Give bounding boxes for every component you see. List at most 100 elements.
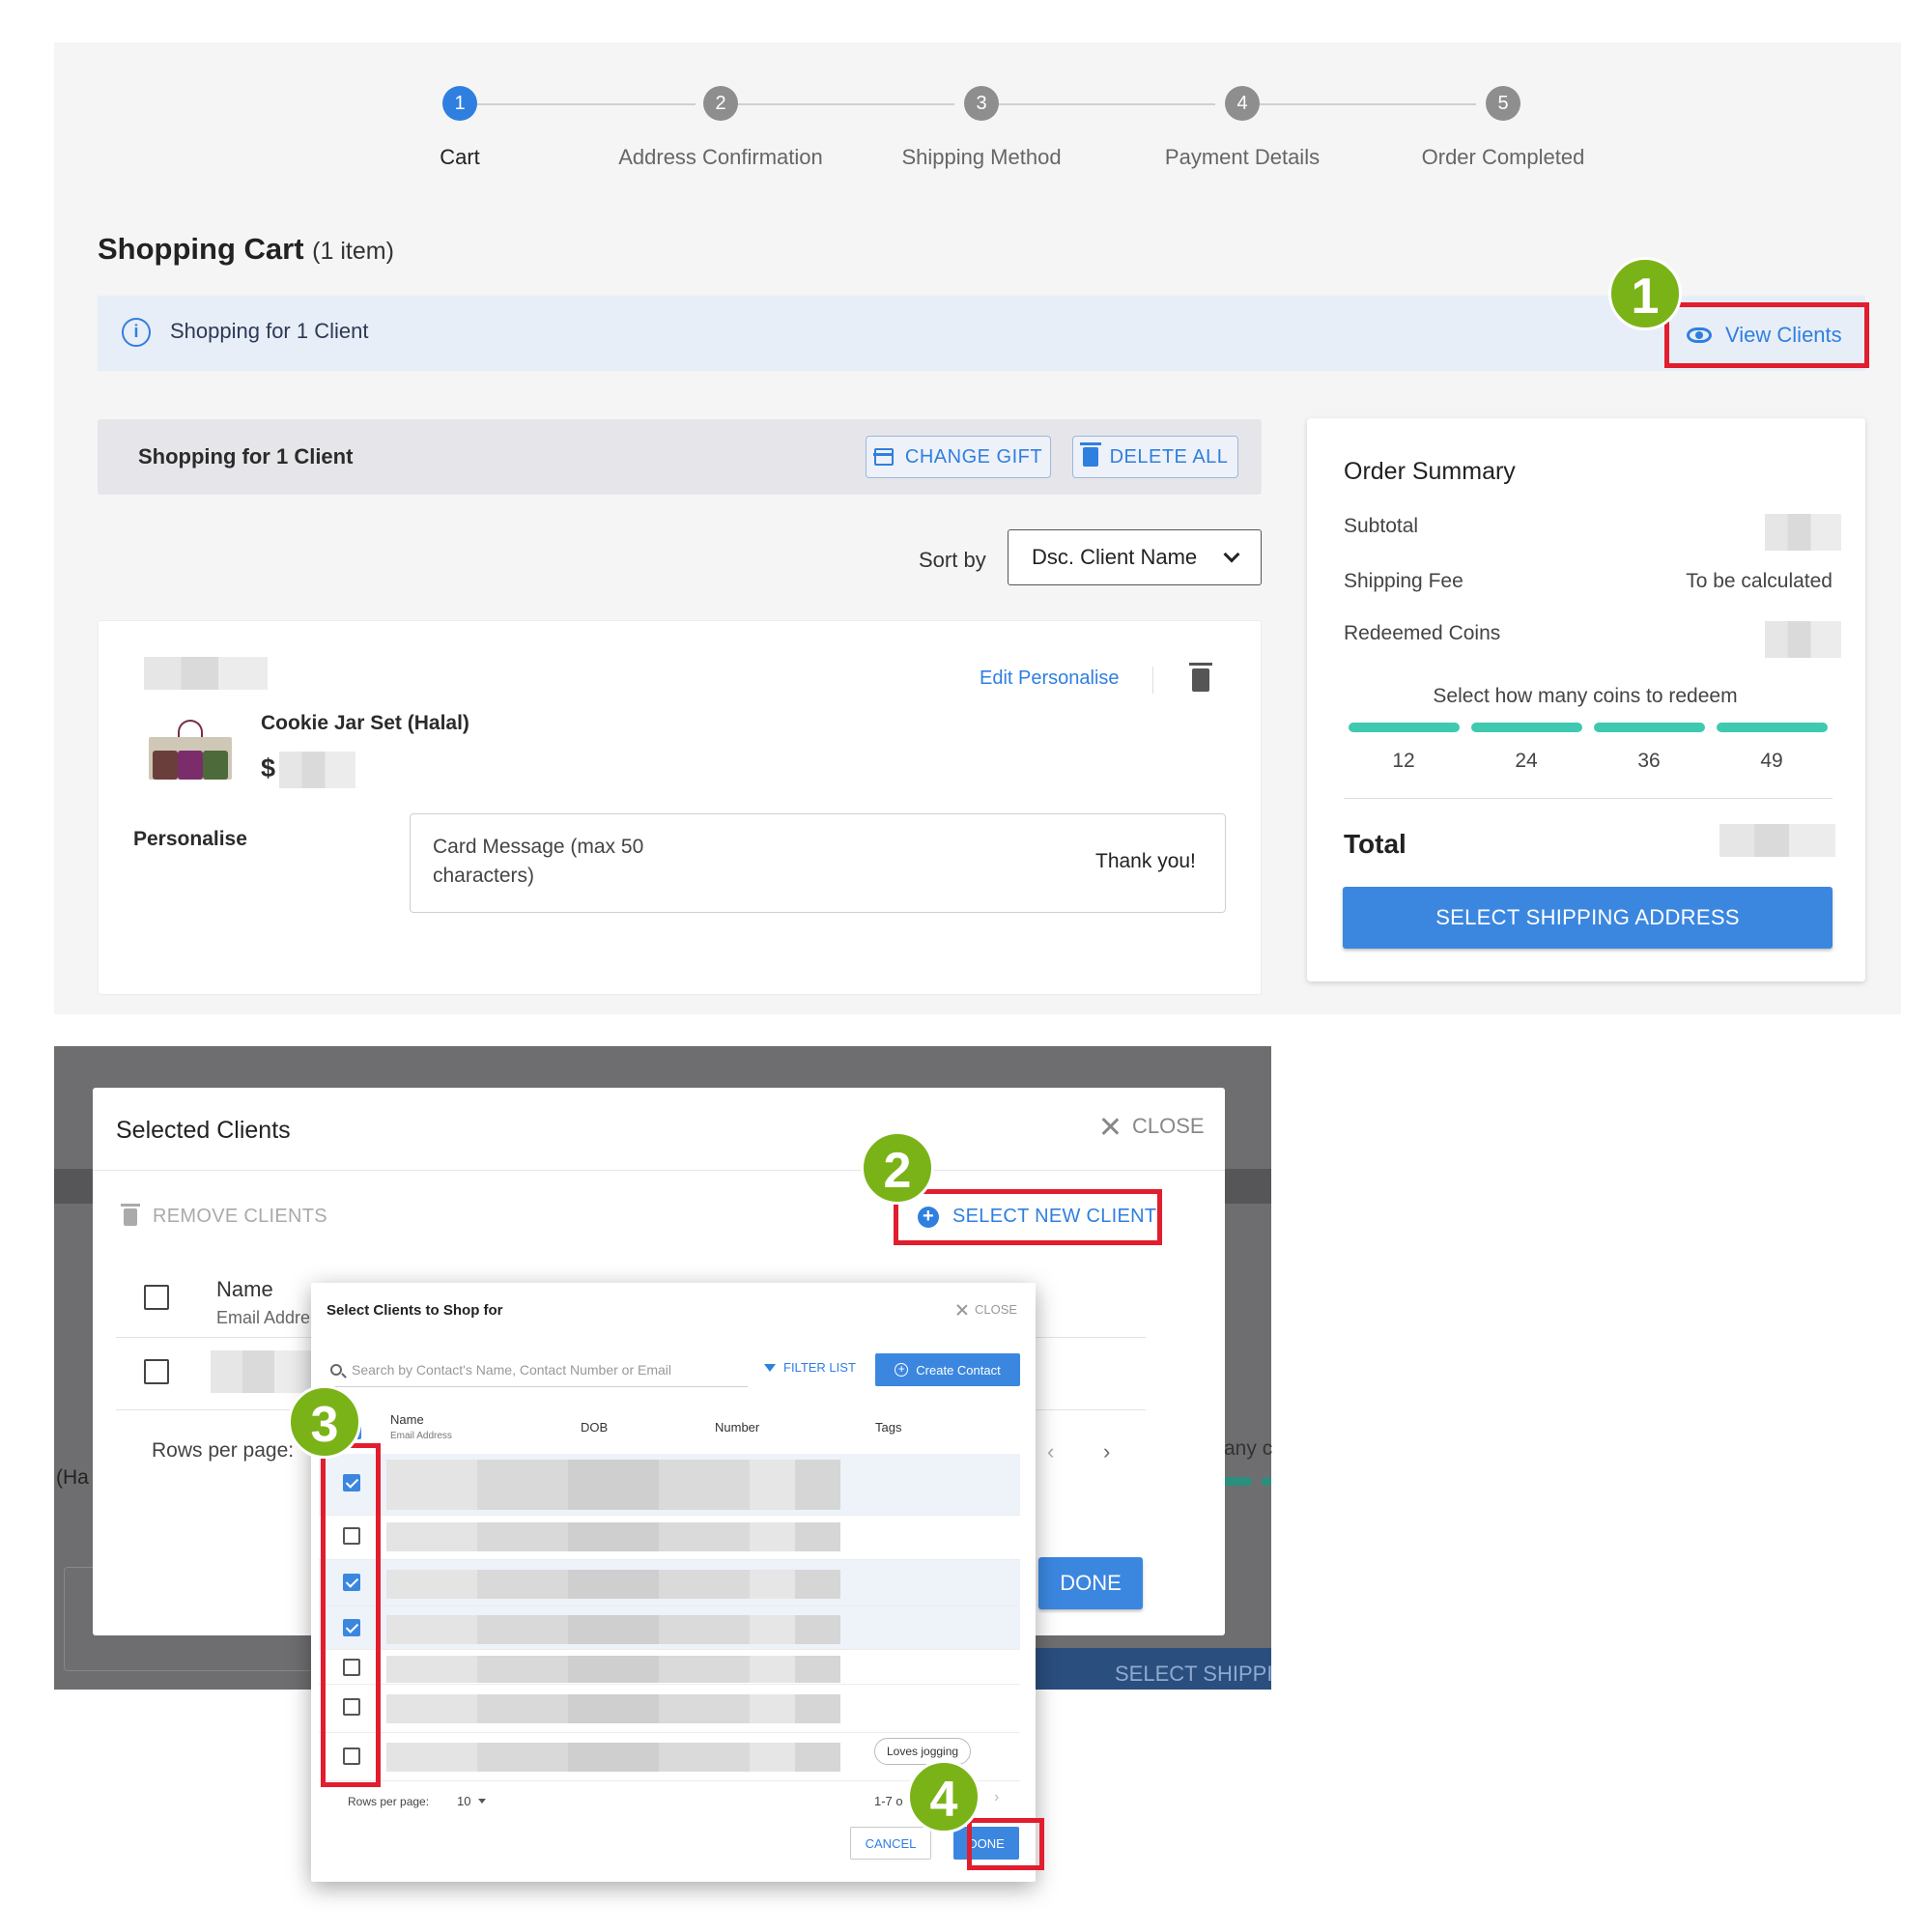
backdrop-text-fragment: (Ha [56, 1466, 89, 1489]
price-currency: $ [261, 753, 276, 782]
coins-hint: Select how many coins to redeem [1433, 685, 1738, 707]
column-header-email: Email Address [390, 1431, 452, 1441]
stepper-connector [475, 103, 696, 105]
chevron-right-icon[interactable]: › [994, 1789, 999, 1806]
coin-slider-segment[interactable] [1717, 723, 1828, 732]
personalise-label: Personalise [133, 828, 247, 850]
redacted-coins [1765, 621, 1841, 658]
dialog-title: Select Clients to Shop for [327, 1302, 503, 1319]
step-4-indicator: 4 [1225, 86, 1260, 121]
chevron-left-icon[interactable]: ‹ [1047, 1439, 1054, 1464]
close-label: CLOSE [1132, 1114, 1205, 1138]
row-checkbox[interactable] [144, 1359, 169, 1384]
redacted-client-name [144, 657, 268, 690]
edit-personalise-link[interactable]: Edit Personalise [980, 668, 1120, 690]
search-icon [330, 1363, 342, 1376]
info-banner-text: Shopping for 1 Client [170, 319, 369, 343]
redacted-price [279, 752, 355, 788]
redacted-subtotal [1765, 514, 1841, 551]
callout-badge-2: 2 [861, 1131, 934, 1205]
step-1-indicator: 1 [442, 86, 477, 121]
redacted-row-data [386, 1570, 840, 1599]
rows-per-page-label: Rows per page: [152, 1439, 295, 1462]
select-all-checkbox[interactable] [144, 1285, 169, 1310]
close-icon [1101, 1118, 1119, 1135]
highlight-box-select-new-client [894, 1189, 1162, 1245]
trash-icon [121, 1203, 140, 1226]
redacted-row-data [386, 1743, 840, 1772]
close-button[interactable]: CLOSE [956, 1302, 1017, 1317]
callout-badge-3: 3 [288, 1385, 361, 1459]
backdrop-coin-segments [1223, 1477, 1271, 1486]
chevron-down-icon [1223, 546, 1240, 563]
redacted-total [1719, 824, 1835, 857]
close-icon [956, 1304, 967, 1315]
subtotal-label: Subtotal [1344, 515, 1419, 537]
plus-circle-icon: + [895, 1363, 909, 1377]
page-title-text: Shopping Cart [98, 232, 304, 266]
total-label: Total [1344, 829, 1406, 859]
step-5-label: Order Completed [1421, 145, 1585, 169]
highlight-box-view-clients [1664, 302, 1869, 368]
remove-clients-button[interactable]: REMOVE CLIENTS [121, 1203, 327, 1228]
column-header-name: Name [216, 1277, 273, 1301]
callout-badge-4: 4 [907, 1760, 980, 1833]
coin-slider-segment[interactable] [1349, 723, 1460, 732]
column-header-tags: Tags [875, 1420, 902, 1435]
step-5-indicator: 5 [1486, 86, 1520, 121]
delete-all-button[interactable]: DELETE ALL [1072, 436, 1238, 478]
filter-list-label: FILTER LIST [783, 1360, 856, 1375]
column-header-email: Email Addre [216, 1308, 311, 1327]
coin-slider-segment[interactable] [1594, 723, 1705, 732]
pagination-range: 1-7 o [874, 1794, 903, 1808]
change-gift-label: CHANGE GIFT [904, 445, 1043, 468]
filter-list-button[interactable]: FILTER LIST [764, 1360, 856, 1375]
callout-badge-1: 1 [1608, 257, 1682, 330]
redacted-row-data [386, 1615, 840, 1644]
redeemed-coins-label: Redeemed Coins [1344, 622, 1501, 644]
product-name: Cookie Jar Set (Halal) [261, 712, 469, 734]
stepper-connector [1258, 103, 1476, 105]
divider [1344, 798, 1833, 799]
caret-down-icon [478, 1799, 487, 1804]
shipping-fee-value: To be calculated [1686, 570, 1833, 592]
sort-select[interactable]: Dsc. Client Name [1008, 529, 1262, 585]
change-gift-button[interactable]: CHANGE GIFT [866, 436, 1051, 478]
info-icon: i [122, 318, 151, 347]
coin-option[interactable]: 12 [1375, 750, 1433, 773]
redacted-row-data [386, 1694, 840, 1723]
select-shipping-address-button[interactable]: SELECT SHIPPING ADDRESS [1343, 887, 1833, 949]
gift-icon [872, 448, 894, 466]
product-price: $ [261, 753, 275, 783]
redacted-row-data [386, 1522, 840, 1551]
chevron-right-icon[interactable]: › [1103, 1439, 1110, 1464]
card-message-value: Thank you! [1095, 850, 1196, 872]
coin-option[interactable]: 24 [1497, 750, 1555, 773]
create-contact-button[interactable]: + Create Contact [875, 1353, 1020, 1386]
sort-select-value: Dsc. Client Name [1032, 545, 1198, 569]
stepper-connector [997, 103, 1215, 105]
order-summary-title: Order Summary [1344, 458, 1516, 485]
coin-option[interactable]: 36 [1620, 750, 1678, 773]
redacted-client-row [211, 1350, 317, 1393]
cancel-button[interactable]: CANCEL [850, 1827, 931, 1860]
product-image [149, 720, 232, 780]
stepper-connector [736, 103, 954, 105]
backdrop-shipping-button: SELECT SHIPPIN [1034, 1648, 1271, 1690]
divider [93, 1170, 1225, 1171]
close-label: CLOSE [975, 1302, 1018, 1317]
delete-all-label: DELETE ALL [1109, 445, 1229, 468]
rows-per-page-select[interactable]: 10 [457, 1794, 487, 1808]
highlight-box-checkboxes [321, 1443, 381, 1787]
search-input[interactable] [352, 1361, 738, 1378]
step-3-indicator: 3 [964, 86, 999, 121]
rows-per-page-value: 10 [457, 1794, 471, 1808]
shipping-fee-label: Shipping Fee [1344, 570, 1463, 592]
coin-slider-segment[interactable] [1471, 723, 1582, 732]
redacted-row-data [386, 1460, 840, 1510]
delete-item-icon[interactable] [1189, 663, 1212, 692]
close-button[interactable]: CLOSE [1101, 1114, 1205, 1139]
done-button[interactable]: DONE [1038, 1557, 1143, 1609]
backdrop-text-fragment: any c [1224, 1437, 1273, 1460]
coin-option[interactable]: 49 [1743, 750, 1801, 773]
